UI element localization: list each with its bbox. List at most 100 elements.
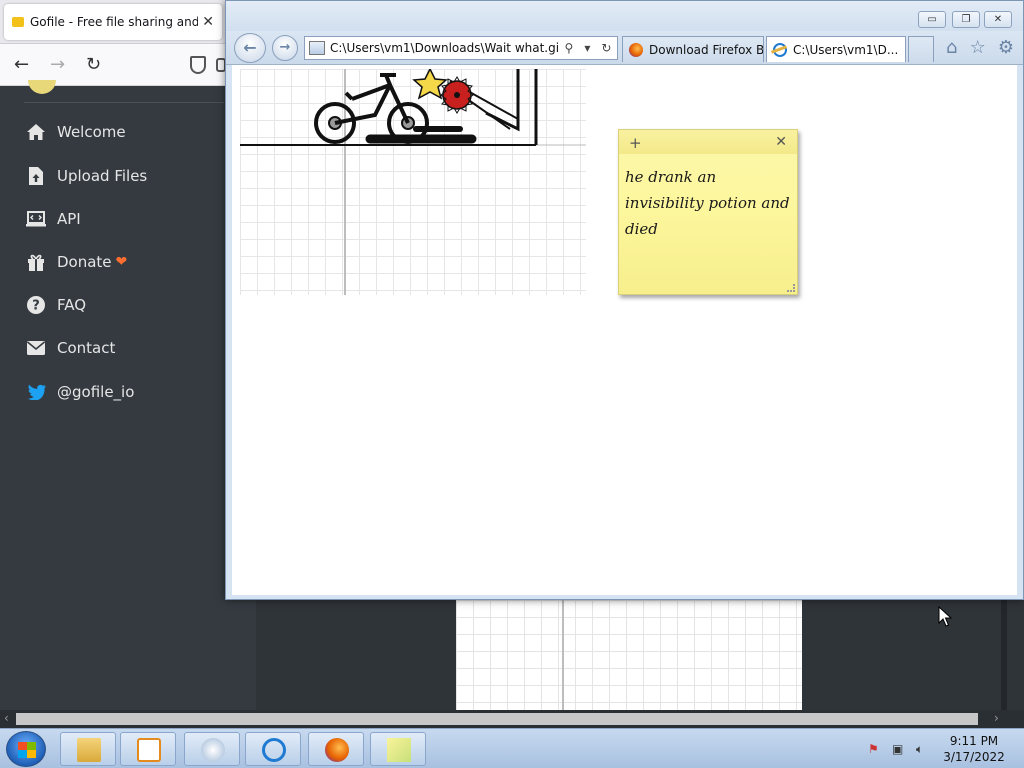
start-button[interactable] [6,731,46,767]
twitter-icon [26,382,46,402]
sidebar-item-donate[interactable]: Donate ❤ [26,250,127,274]
mouse-cursor-icon [938,606,952,627]
windows-taskbar: ⚑ ▣ 🔈︎ 9:11 PM 3/17/2022 [0,728,1024,768]
sidebar-item-welcome[interactable]: Welcome [26,120,126,144]
internet-explorer-icon [262,738,286,762]
refresh-icon[interactable]: ↻ [601,41,611,55]
scrollbar-thumb[interactable] [16,713,978,725]
svg-text:?: ? [32,299,40,314]
close-tab-icon[interactable]: ✕ [904,43,905,57]
tab-download-firefox[interactable]: Download Firefox B... [622,36,764,62]
firefox-tab-title: Gofile - Free file sharing and sto [30,15,199,29]
folder-icon [77,738,101,762]
clock-date: 3/17/2022 [943,750,1005,764]
clock-time: 9:11 PM [949,734,999,748]
add-note-icon[interactable]: + [629,134,642,152]
address-url[interactable]: C:\Users\vm1\Downloads\Wait what.gif [330,41,559,55]
internet-explorer-window: ▭ ❐ ✕ ← → C:\Users\vm1\Downloads\Wait wh… [225,0,1024,600]
internet-explorer-icon [773,42,787,57]
sidebar-item-label: Upload Files [57,167,148,185]
scroll-left-icon[interactable]: ‹ [4,711,9,725]
dropdown-arrow-icon[interactable]: ▾ [584,41,590,55]
scroll-right-icon[interactable]: › [994,711,999,725]
gofile-sidebar: Welcome Upload Files API Donate ❤ ? FAQ [0,80,256,710]
gif-image [240,69,586,295]
home-icon[interactable]: ⌂ [946,37,957,58]
envelope-icon [26,338,46,358]
forward-arrow-icon[interactable]: → [50,54,65,75]
resize-grip-icon[interactable] [787,284,795,292]
tracking-shield-icon[interactable] [190,56,206,74]
windows-logo-icon [18,742,36,758]
network-icon[interactable]: ▣ [892,742,906,756]
program-icon [201,738,225,762]
firefox-icon [325,738,349,762]
gofile-favicon-icon [12,17,24,27]
minimize-button[interactable]: ▭ [918,11,946,28]
taskbar-clock[interactable]: 9:11 PM 3/17/2022 [936,733,1012,765]
taskbar-sticky-notes-button[interactable] [370,732,426,766]
sidebar-item-label: FAQ [57,296,87,314]
sidebar-item-twitter[interactable]: @gofile_io [26,380,134,404]
sidebar-item-label: Welcome [57,123,126,141]
sidebar-item-label: @gofile_io [57,383,135,401]
sidebar-item-api[interactable]: API [26,207,81,231]
firefox-tab-gofile[interactable]: Gofile - Free file sharing and sto ✕ [4,4,222,40]
taskbar-explorer-button[interactable] [60,732,116,766]
ie-title-bar[interactable]: ▭ ❐ ✕ [226,1,1023,31]
back-arrow-icon[interactable]: ← [14,54,29,75]
ie-forward-button[interactable]: → [272,35,298,61]
home-icon [26,122,46,142]
favorites-star-icon[interactable]: ☆ [970,37,986,58]
firefox-icon [629,42,643,57]
horizontal-scrollbar[interactable]: ‹ › [0,710,1024,728]
taskbar-firefox-button[interactable] [308,732,364,766]
sticky-note[interactable]: + ✕ he drank an invisibility potion and … [618,129,798,295]
laptop-code-icon [26,209,46,229]
sidebar-item-label: Donate [57,253,112,271]
ie-address-bar[interactable]: C:\Users\vm1\Downloads\Wait what.gif ⚲ ▾… [304,36,618,60]
sidebar-item-faq[interactable]: ? FAQ [26,293,86,317]
sticky-notes-icon [387,738,411,762]
sidebar-item-label: API [57,210,81,228]
media-player-icon [137,738,161,762]
tab-label: C:\Users\vm1\D... [793,42,899,57]
sidebar-item-label: Contact [57,339,116,357]
new-tab-button[interactable] [908,36,934,62]
grid-axis-line [562,600,564,710]
gif-preview-background [456,600,802,710]
search-icon[interactable]: ⚲ [565,41,574,55]
sidebar-item-upload-files[interactable]: Upload Files [26,164,147,188]
reload-icon[interactable]: ↻ [86,54,101,75]
page-icon [309,41,325,55]
address-tools: ⚲ ▾ ↻ [559,41,617,55]
tools-gear-icon[interactable]: ⚙ [998,37,1014,58]
gofile-logo[interactable] [28,80,56,94]
volume-icon[interactable]: 🔈︎ [916,742,930,756]
file-upload-icon [26,166,46,186]
close-window-button[interactable]: ✕ [984,11,1012,28]
action-center-flag-icon[interactable]: ⚑ [868,742,882,756]
ie-toolbar: ← → C:\Users\vm1\Downloads\Wait what.gif… [226,31,1023,65]
gif-drawing [240,69,586,146]
firefox-tab-bar: Gofile - Free file sharing and sto ✕ [0,0,226,44]
taskbar-ie-button[interactable] [245,732,301,766]
sticky-note-header[interactable]: + ✕ [619,130,797,154]
tab-wait-what-gif[interactable]: C:\Users\vm1\D... ✕ [766,36,906,62]
taskbar-tool-button[interactable] [184,732,240,766]
sidebar-item-contact[interactable]: Contact [26,336,115,360]
saw-blade-drawing [440,76,474,114]
gift-icon [26,252,46,272]
restore-button[interactable]: ❐ [952,11,980,28]
sticky-note-text[interactable]: he drank an invisibility potion and died [625,164,795,242]
ie-command-icons: ⌂ ☆ ⚙ [940,37,1020,58]
close-tab-icon[interactable]: ✕ [202,14,214,30]
ie-back-button[interactable]: ← [234,33,266,63]
star-drawing [412,69,448,100]
ie-page-content: + ✕ he drank an invisibility potion and … [232,65,1017,595]
heart-icon: ❤ [115,254,128,270]
taskbar-media-player-button[interactable] [120,732,176,766]
vertical-scrollbar[interactable] [1001,600,1007,710]
question-circle-icon: ? [26,295,46,315]
close-note-icon[interactable]: ✕ [775,134,787,150]
